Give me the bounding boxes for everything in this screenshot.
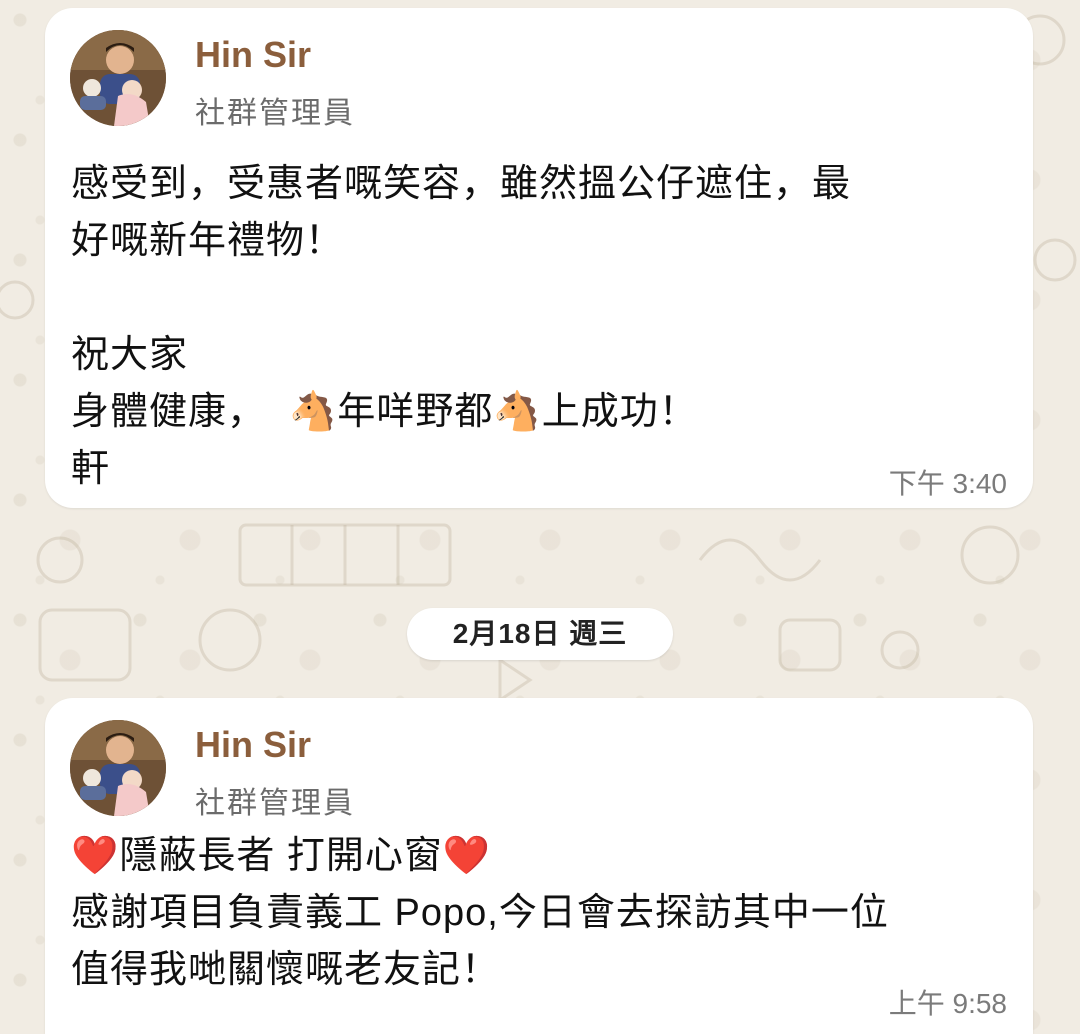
message-bubble[interactable]: Hin Sir 社群管理員 感受到，受惠者嘅笑容，雖然搵公仔遮住，最 好嘅新年禮… [45,8,1033,508]
chat-area: Hin Sir 社群管理員 感受到，受惠者嘅笑容，雖然搵公仔遮住，最 好嘅新年禮… [0,0,1080,1034]
message-text: 感受到，受惠者嘅笑容，雖然搵公仔遮住，最 好嘅新年禮物！ 祝大家 身體健康， 🐴… [71,163,852,490]
avatar-photo-icon [70,720,166,816]
message-bubble[interactable]: Hin Sir 社群管理員 ❤️隱蔽長者 打開心窗❤️ 感謝項目負責義工 Pop… [45,698,1033,1034]
sender-name[interactable]: Hin Sir [195,34,311,76]
sender-avatar[interactable] [70,30,166,126]
sender-name[interactable]: Hin Sir [195,724,311,766]
sender-role: 社群管理員 [195,787,355,820]
avatar-photo-icon [70,30,166,126]
message-text: ❤️隱蔽長者 打開心窗❤️ 感謝項目負責義工 Popo,今日會去探訪其中一位 值… [71,835,889,991]
message-timestamp: 上午 9:58 [888,988,1007,1019]
sender-role: 社群管理員 [195,97,355,130]
sender-avatar[interactable] [70,720,166,816]
date-divider: 2月18日 週三 [407,608,673,660]
message-timestamp: 下午 3:40 [888,468,1007,499]
